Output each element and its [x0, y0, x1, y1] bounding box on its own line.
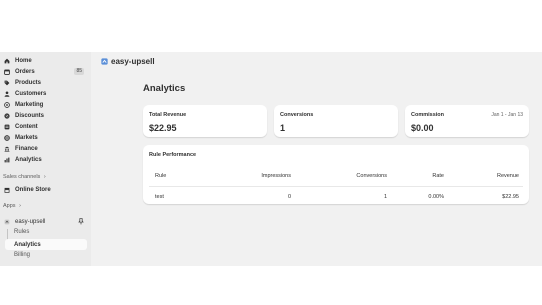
- sidebar-subitem-analytics[interactable]: Analytics: [5, 239, 87, 250]
- sidebar-item-label: Orders: [15, 68, 35, 75]
- app-title: easy-upsell: [111, 57, 155, 66]
- column-header-rate: Rate: [432, 173, 444, 179]
- sidebar-item-label: Marketing: [15, 101, 44, 108]
- apps-heading[interactable]: Apps ›: [3, 203, 21, 209]
- sidebar-item-customers[interactable]: Customers: [2, 88, 88, 99]
- sidebar-item-label: Finance: [15, 145, 38, 152]
- orders-icon: [4, 69, 10, 75]
- person-icon: [4, 90, 10, 97]
- admin-app: Home Orders 85 Products Customers Market…: [0, 52, 542, 266]
- app-icon: [4, 219, 10, 225]
- sidebar-item-label: Customers: [15, 90, 47, 97]
- column-header-rule: Rule: [155, 173, 167, 179]
- cell-impressions: 0: [287, 194, 291, 200]
- stat-value: $0.00: [411, 123, 434, 133]
- sidebar-item-label: Content: [15, 123, 38, 130]
- sidebar-item-label: Online Store: [15, 186, 51, 193]
- sidebar-item-label: Products: [15, 79, 42, 86]
- chart-icon: [4, 157, 10, 163]
- column-header-impressions: Impressions: [261, 173, 291, 179]
- pin-icon[interactable]: [78, 218, 84, 225]
- page-title: Analytics: [143, 83, 186, 94]
- column-header-conversions: Conversions: [356, 173, 387, 179]
- cell-rule: test: [155, 194, 164, 200]
- sales-channels-heading[interactable]: Sales channels ›: [3, 174, 46, 180]
- sidebar-item-finance[interactable]: Finance: [2, 143, 88, 154]
- sidebar-subitem-label: Analytics: [14, 241, 41, 248]
- discount-icon: [4, 112, 10, 119]
- rule-performance-card: Rule Performance Rule Impressions Conver…: [143, 145, 529, 204]
- sidebar-item-orders[interactable]: Orders 85: [2, 66, 88, 77]
- sidebar-item-label: Analytics: [15, 156, 42, 163]
- header-divider: [149, 186, 523, 187]
- sidebar-item-label: easy-upsell: [15, 218, 46, 225]
- content-icon: [4, 124, 10, 130]
- tag-icon: [4, 80, 10, 86]
- stat-label: Conversions: [280, 112, 314, 118]
- sidebar-item-marketing[interactable]: Marketing: [2, 99, 88, 110]
- stat-value: $22.95: [149, 123, 177, 133]
- store-icon: [4, 187, 10, 193]
- app-logo-icon: [101, 58, 108, 65]
- home-icon: [4, 58, 10, 64]
- sidebar-item-online-store[interactable]: Online Store: [2, 184, 88, 195]
- sidebar-item-markets[interactable]: Markets: [2, 132, 88, 143]
- stat-label: Commission: [411, 112, 445, 118]
- stat-label: Total Revenue: [149, 112, 187, 118]
- app-header: easy-upsell: [101, 57, 155, 66]
- target-icon: [4, 101, 10, 108]
- sidebar-item-analytics[interactable]: Analytics: [2, 154, 88, 165]
- sidebar-item-label: Discounts: [15, 112, 45, 119]
- stat-card-conversions: Conversions 1: [274, 105, 398, 137]
- column-header-revenue: Revenue: [496, 173, 519, 179]
- bank-icon: [4, 146, 10, 152]
- stat-card-commission: Commission Jan 1 - Jan 13 $0.00: [405, 105, 529, 137]
- sidebar-item-home[interactable]: Home: [2, 55, 88, 66]
- cell-revenue: $22.95: [502, 194, 519, 200]
- sidebar-item-app-easy-upsell[interactable]: easy-upsell: [2, 216, 88, 227]
- sidebar-subitem-rules[interactable]: Rules: [14, 229, 29, 235]
- cell-conversions: 1: [383, 194, 387, 200]
- sidebar-subitem-billing[interactable]: Billing: [14, 252, 30, 258]
- date-range: Jan 1 - Jan 13: [491, 112, 523, 118]
- orders-count-badge: 85: [74, 68, 84, 75]
- chevron-right-icon: ›: [19, 203, 21, 209]
- stat-value: 1: [280, 123, 286, 133]
- sidebar-item-discounts[interactable]: Discounts: [2, 110, 88, 121]
- sidebar-item-label: Markets: [15, 134, 38, 141]
- globe-icon: [4, 134, 10, 141]
- sidebar-item-label: Home: [15, 57, 32, 64]
- chevron-right-icon: ›: [43, 174, 46, 180]
- card-title: Rule Performance: [149, 152, 197, 158]
- sales-channels-label: Sales channels: [3, 174, 41, 180]
- cell-rate: 0.00%: [428, 194, 444, 200]
- stat-card-total-revenue: Total Revenue $22.95: [143, 105, 267, 137]
- sidebar: Home Orders 85 Products Customers Market…: [0, 52, 91, 266]
- sidebar-item-content[interactable]: Content: [2, 121, 88, 132]
- apps-label: Apps: [3, 203, 16, 209]
- sidebar-item-products[interactable]: Products: [2, 77, 88, 88]
